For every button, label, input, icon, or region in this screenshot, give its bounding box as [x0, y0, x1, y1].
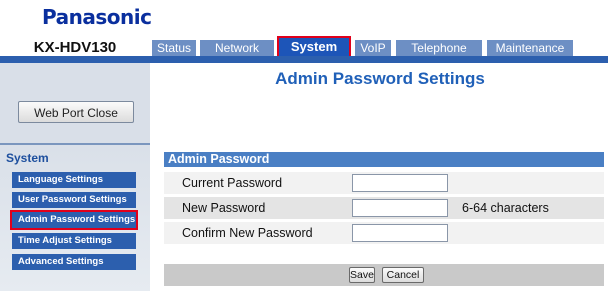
page-title: Admin Password Settings [275, 69, 485, 88]
tab-system[interactable]: System [279, 38, 349, 56]
form-row-new-password: New Password 6-64 characters [164, 197, 604, 219]
sidebar-item-language-settings[interactable]: Language Settings [12, 172, 136, 188]
new-password-hint: 6-64 characters [462, 201, 549, 215]
form-row-confirm-new-password: Confirm New Password [164, 222, 604, 244]
tab-maintenance[interactable]: Maintenance [487, 40, 573, 56]
new-password-input[interactable] [352, 199, 448, 217]
main-content: Admin Password Settings Admin Password C… [152, 63, 608, 291]
sidebar-divider [0, 143, 150, 145]
section-header-admin-password: Admin Password [164, 152, 604, 167]
tab-network[interactable]: Network [200, 40, 274, 56]
nav-band [0, 56, 608, 63]
sidebar: Web Port Close System Language Settings … [0, 63, 150, 291]
panasonic-logo: Panasonic [42, 5, 152, 29]
model-name: KX-HDV130 [33, 39, 117, 56]
tab-status[interactable]: Status [152, 40, 196, 56]
form-row-current-password: Current Password [164, 172, 604, 194]
current-password-label: Current Password [182, 176, 283, 190]
new-password-label: New Password [182, 201, 266, 215]
sidebar-item-advanced-settings[interactable]: Advanced Settings [12, 254, 136, 270]
sidebar-top-panel: Web Port Close [0, 63, 150, 143]
sidebar-section-title: System [6, 151, 49, 165]
web-port-close-button[interactable]: Web Port Close [18, 101, 134, 123]
tab-telephone[interactable]: Telephone [396, 40, 482, 56]
save-button[interactable]: Save [349, 267, 375, 283]
confirm-new-password-input[interactable] [352, 224, 448, 242]
tab-voip[interactable]: VoIP [355, 40, 391, 56]
tab-bar: Status Network System VoIP Telephone Mai… [152, 38, 608, 56]
current-password-input[interactable] [352, 174, 448, 192]
sidebar-item-user-password-settings[interactable]: User Password Settings [12, 192, 136, 208]
sidebar-item-time-adjust-settings[interactable]: Time Adjust Settings [12, 233, 136, 249]
sidebar-item-admin-password-settings[interactable]: Admin Password Settings [12, 212, 136, 228]
confirm-new-password-label: Confirm New Password [182, 226, 313, 240]
form-button-bar: Save Cancel [164, 264, 604, 286]
cancel-button[interactable]: Cancel [382, 267, 424, 283]
